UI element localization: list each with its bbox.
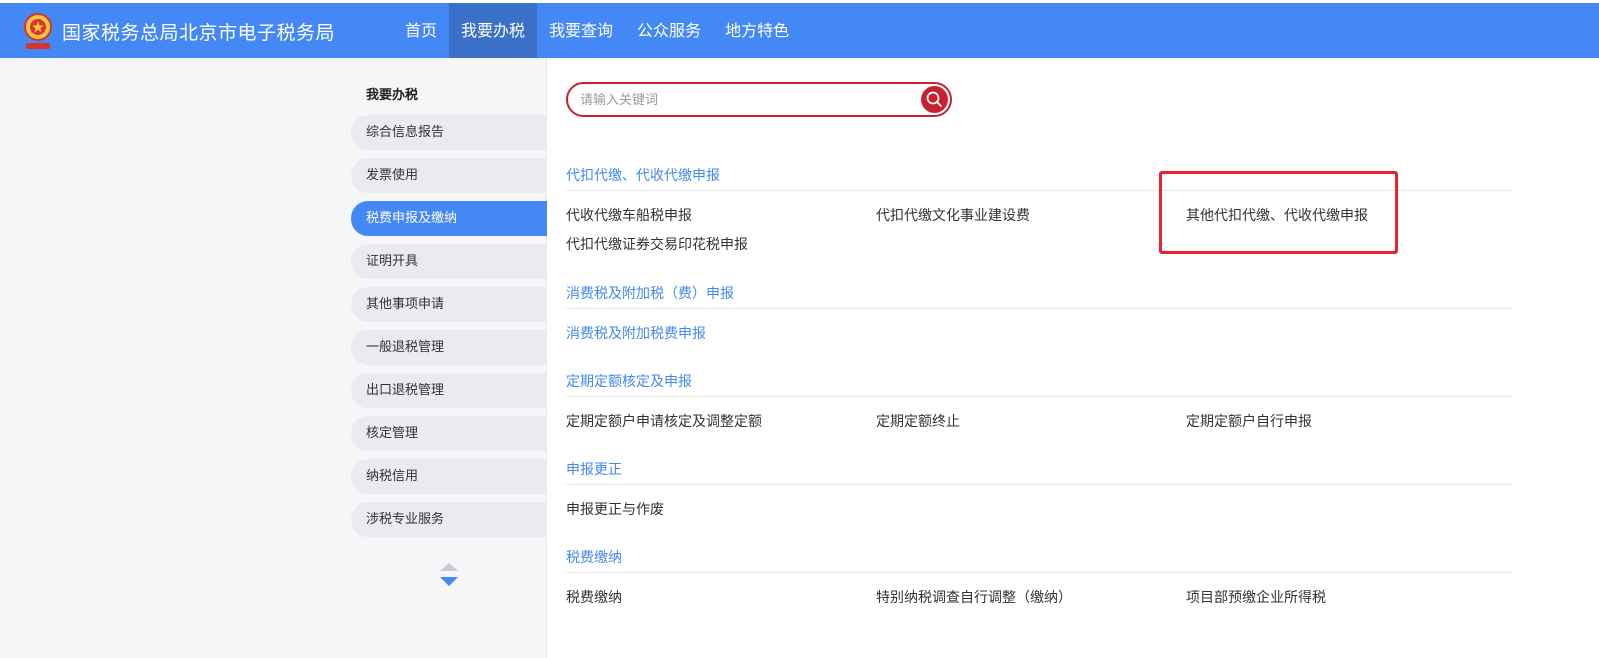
sidebar-menu: 综合信息报告 发票使用 税费申报及缴纳 证明开具 其他事项申请 一般退税管理 出… [351,115,547,545]
sidebar-item-professional-services[interactable]: 涉税专业服务 [351,502,547,537]
search-input[interactable] [580,90,910,110]
site-title[interactable]: 国家税务总局北京市电子税务局 [62,18,335,45]
section-divider [566,572,1512,573]
nav-local-features[interactable]: 地方特色 [713,3,801,58]
link-securities-stamp-tax[interactable]: 代扣代缴证券交易印花税申报 [566,234,748,254]
section-title-tax-payment: 税费缴纳 [566,550,622,566]
section-title-correction: 申报更正 [566,462,622,478]
sidebar-item-general-refund[interactable]: 一般退税管理 [351,330,547,365]
nav-public-service[interactable]: 公众服务 [625,3,713,58]
nav-tax-handling[interactable]: 我要办税 [449,3,538,58]
link-special-adjustment[interactable]: 特别纳税调查自行调整（缴纳） [876,587,1072,607]
link-project-prepaid-cit[interactable]: 项目部预缴企业所得税 [1186,587,1326,607]
tax-emblem-icon[interactable] [22,11,54,51]
link-correction-void[interactable]: 申报更正与作废 [566,499,664,519]
sidebar-item-other-applications[interactable]: 其他事项申请 [351,287,547,322]
section-divider [566,484,1512,485]
section-title-fixed-quota: 定期定额核定及申报 [566,374,692,390]
sidebar-scroll-arrows-icon[interactable] [439,561,459,591]
link-quota-termination[interactable]: 定期定额终止 [876,411,960,431]
section-title-withholding: 代扣代缴、代收代缴申报 [566,168,720,184]
link-quota-apply-adjust[interactable]: 定期定额户申请核定及调整定额 [566,411,762,431]
sidebar-item-certificate[interactable]: 证明开具 [351,244,547,279]
nav-query[interactable]: 我要查询 [537,3,625,58]
sidebar-item-info-report[interactable]: 综合信息报告 [351,115,547,150]
nav-home[interactable]: 首页 [393,3,449,58]
top-header: 国家税务总局北京市电子税务局 首页 我要办税 我要查询 公众服务 地方特色 [0,3,1599,58]
highlight-annotation-box [1159,171,1398,254]
link-quota-self-declare[interactable]: 定期定额户自行申报 [1186,411,1312,431]
link-vehicle-vessel-tax[interactable]: 代收代缴车船税申报 [566,205,692,225]
link-culture-construction-fee[interactable]: 代扣代缴文化事业建设费 [876,205,1030,225]
main-nav: 首页 我要办税 我要查询 公众服务 地方特色 [393,3,801,58]
sidebar-item-invoice[interactable]: 发票使用 [351,158,547,193]
search-button[interactable] [921,86,948,113]
search-box [566,82,952,117]
section-divider [566,396,1512,397]
sidebar-item-tax-declaration[interactable]: 税费申报及缴纳 [351,201,547,236]
link-consumption-tax-declaration[interactable]: 消费税及附加税费申报 [566,323,706,343]
sidebar-item-credit[interactable]: 纳税信用 [351,459,547,494]
clipped-previous-row [566,120,1512,132]
sidebar-item-assessment[interactable]: 核定管理 [351,416,547,451]
search-icon [926,91,942,107]
sidebar-item-export-refund[interactable]: 出口退税管理 [351,373,547,408]
section-title-consumption-tax: 消费税及附加税（费）申报 [566,286,734,302]
link-tax-payment[interactable]: 税费缴纳 [566,587,622,607]
sidebar-heading: 我要办税 [366,88,419,103]
section-divider [566,308,1512,309]
